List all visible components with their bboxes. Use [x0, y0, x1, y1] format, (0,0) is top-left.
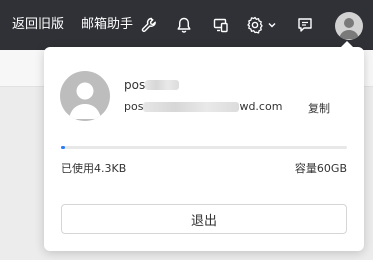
storage-used-label: 已使用4.3KB [61, 162, 127, 175]
account-email-suffix: wd.com [239, 100, 283, 113]
chevron-down-icon[interactable] [266, 14, 278, 36]
storage-capacity-label: 容量60GB [294, 162, 347, 175]
storage-progress-fill [61, 146, 65, 149]
popup-caret [341, 41, 353, 47]
feedback-icon[interactable] [294, 14, 316, 36]
bell-icon[interactable] [173, 14, 195, 36]
top-navigation-bar: 返回旧版 邮箱助手 [0, 0, 373, 50]
account-email-prefix: pos [124, 100, 144, 113]
redacted-email [143, 101, 240, 112]
avatar-icon [339, 18, 359, 39]
mail-assistant-link[interactable]: 邮箱助手 [81, 16, 133, 34]
account-name-prefix: pos [124, 78, 146, 92]
gear-icon[interactable] [244, 14, 266, 36]
account-email: pos wd.com [124, 100, 282, 113]
account-name: pos [124, 78, 180, 92]
redacted-name [145, 80, 180, 90]
logout-button[interactable]: 退出 [61, 204, 347, 234]
account-avatar [60, 71, 110, 121]
user-avatar-button[interactable] [335, 12, 363, 40]
wrench-icon[interactable] [138, 14, 160, 36]
back-to-old-version-link[interactable]: 返回旧版 [12, 16, 64, 34]
storage-progress-bar [61, 146, 347, 149]
device-switch-icon[interactable] [210, 14, 232, 36]
user-silhouette-icon [69, 82, 101, 119]
copy-email-button[interactable]: 复制 [308, 100, 330, 116]
app-window: 返回旧版 邮箱助手 pos pos wd.com 复制 已使用4.3KB 容量6… [0, 0, 373, 260]
account-popup: pos pos wd.com 复制 已使用4.3KB 容量60GB 退出 [44, 41, 364, 251]
